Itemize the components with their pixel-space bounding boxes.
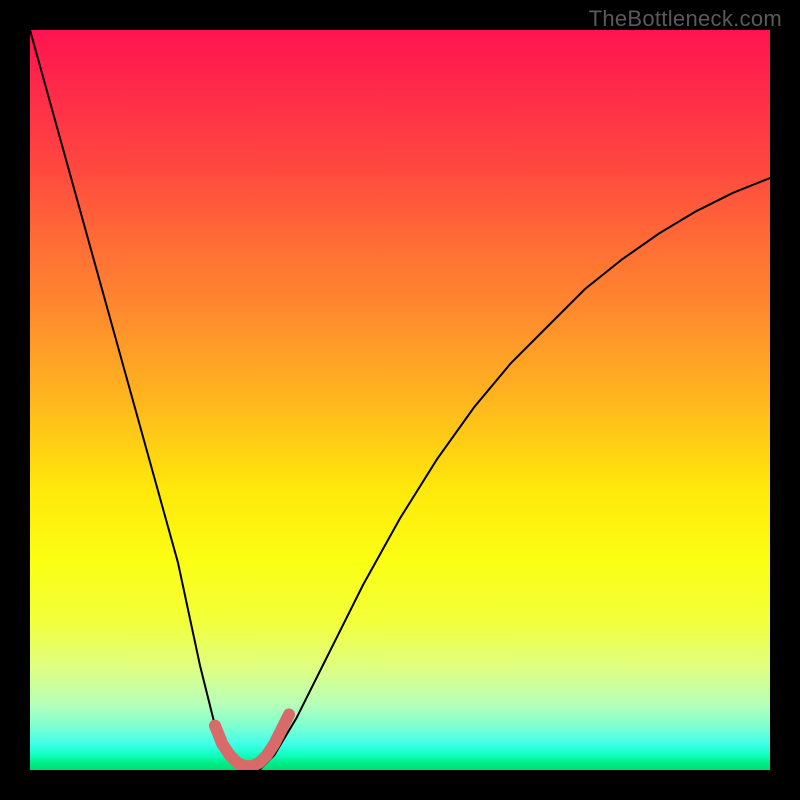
watermark-text: TheBottleneck.com xyxy=(589,6,782,32)
bottleneck-curve-path xyxy=(30,30,770,770)
plot-area xyxy=(30,30,770,770)
optimal-zone-path xyxy=(215,715,289,767)
curve-layer xyxy=(30,30,770,770)
